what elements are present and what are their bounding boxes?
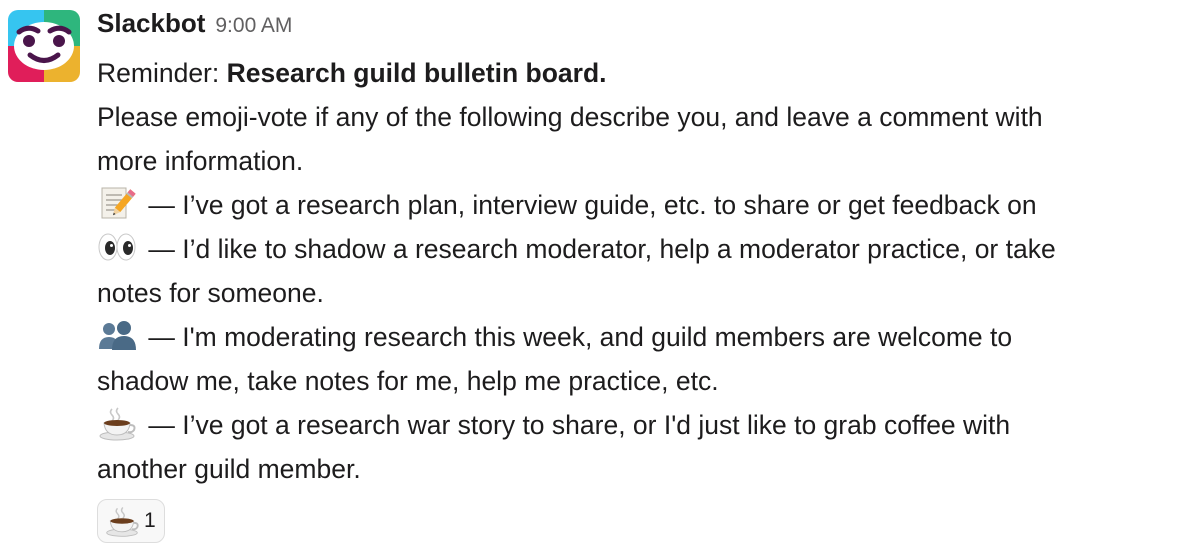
reminder-title: Research guild bulletin board. bbox=[226, 58, 607, 88]
option-busts-continued: shadow me, take notes for me, help me pr… bbox=[97, 366, 719, 396]
intro-line: Please emoji-vote if any of the followin… bbox=[97, 102, 1043, 132]
message-content: Slackbot 9:00 AM Reminder: Research guil… bbox=[97, 8, 1182, 544]
eyes-icon bbox=[97, 227, 137, 267]
option-eyes-continued: notes for someone. bbox=[97, 278, 324, 308]
coffee-icon bbox=[97, 403, 137, 443]
coffee-reaction-button[interactable]: 1 bbox=[97, 499, 165, 543]
option-coffee-continued: another guild member. bbox=[97, 454, 361, 484]
option-busts: — I'm moderating research this week, and… bbox=[97, 315, 1182, 359]
option-busts-text: — I'm moderating research this week, and… bbox=[141, 322, 1013, 352]
intro-line: more information. bbox=[97, 146, 304, 176]
busts-in-silhouette-icon bbox=[97, 315, 137, 355]
slackbot-avatar[interactable] bbox=[8, 10, 80, 82]
option-eyes: — I’d like to shadow a research moderato… bbox=[97, 227, 1182, 271]
option-eyes-text: — I’d like to shadow a research moderato… bbox=[141, 234, 1056, 264]
memo-icon bbox=[97, 183, 137, 223]
reminder-line: Reminder: Research guild bulletin board. bbox=[97, 51, 1182, 95]
option-memo-text: — I’ve got a research plan, interview gu… bbox=[141, 190, 1037, 220]
option-memo: — I’ve got a research plan, interview gu… bbox=[97, 183, 1182, 227]
slackbot-face-icon bbox=[8, 10, 80, 82]
reaction-count: 1 bbox=[144, 509, 156, 532]
message-body: Reminder: Research guild bulletin board.… bbox=[97, 51, 1182, 491]
sender-name[interactable]: Slackbot bbox=[97, 8, 205, 39]
message-header: Slackbot 9:00 AM bbox=[97, 8, 1182, 48]
coffee-icon bbox=[104, 503, 140, 539]
message-timestamp[interactable]: 9:00 AM bbox=[215, 14, 292, 38]
option-coffee-text: — I’ve got a research war story to share… bbox=[141, 410, 1011, 440]
reminder-prefix: Reminder: bbox=[97, 58, 227, 88]
option-coffee: — I’ve got a research war story to share… bbox=[97, 403, 1182, 447]
